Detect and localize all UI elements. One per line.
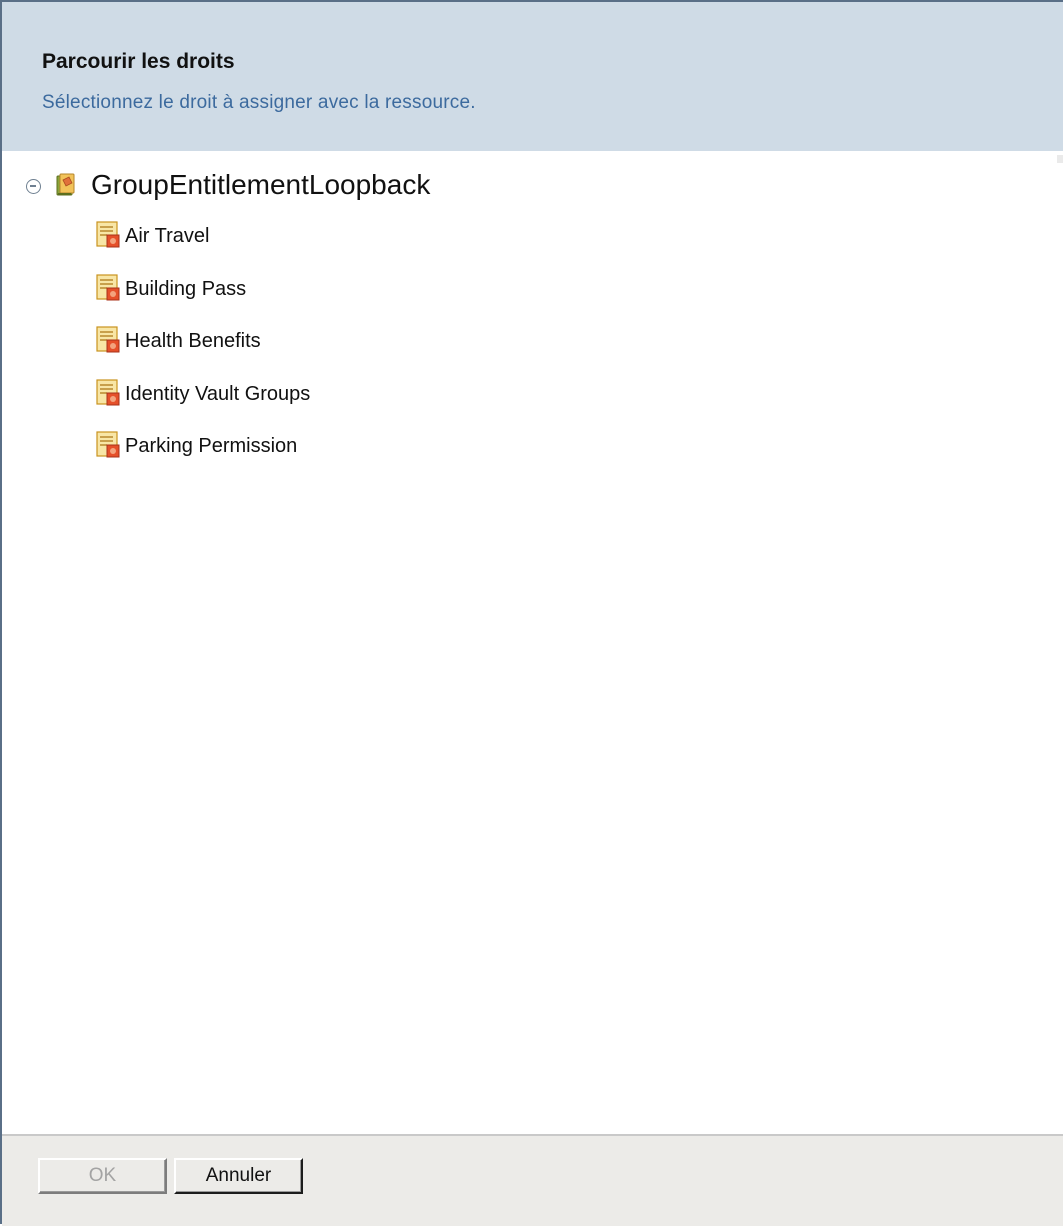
- collapse-icon[interactable]: [26, 178, 41, 194]
- entitlement-icon: [96, 273, 120, 300]
- tree-item-identity-vault-groups[interactable]: Identity Vault Groups: [96, 378, 311, 432]
- ok-button[interactable]: OK: [38, 1158, 167, 1194]
- entitlement-icon: [96, 378, 120, 405]
- tree-item-parking-permission[interactable]: Parking Permission: [96, 431, 310, 484]
- tree-root-node[interactable]: GroupEntitlementLoopback: [26, 165, 430, 205]
- browse-entitlements-dialog: Parcourir les droits Sélectionnez le dro…: [0, 0, 1063, 1226]
- tree-item-building-pass[interactable]: Building Pass: [96, 273, 310, 327]
- tree-item-label: Health Benefits: [125, 330, 261, 352]
- dialog-subtitle: Sélectionnez le droit à assigner avec la…: [42, 92, 476, 113]
- dialog-title: Parcourir les droits: [42, 50, 235, 73]
- entitlement-icon: [96, 221, 120, 248]
- tree-item-air-travel[interactable]: Air Travel: [96, 221, 310, 274]
- entitlement-icon: [96, 431, 120, 458]
- scrollbar[interactable]: [1057, 155, 1063, 163]
- tree-item-label: Air Travel: [125, 225, 210, 247]
- tree-children: Air Travel Building Pass Health Benefits…: [96, 221, 310, 484]
- entitlement-tree: GroupEntitlementLoopback Air Travel Buil…: [2, 151, 1063, 1134]
- tree-item-label: Parking Permission: [125, 435, 298, 457]
- tree-item-health-benefits[interactable]: Health Benefits: [96, 326, 310, 379]
- cancel-button[interactable]: Annuler: [174, 1158, 303, 1194]
- tree-item-label: Identity Vault Groups: [125, 382, 311, 405]
- tree-item-label: Building Pass: [125, 277, 247, 300]
- entitlement-icon: [96, 326, 120, 353]
- driver-book-icon: [56, 173, 75, 196]
- dialog-header: Parcourir les droits Sélectionnez le dro…: [2, 2, 1063, 151]
- tree-root-label: GroupEntitlementLoopback: [91, 169, 431, 200]
